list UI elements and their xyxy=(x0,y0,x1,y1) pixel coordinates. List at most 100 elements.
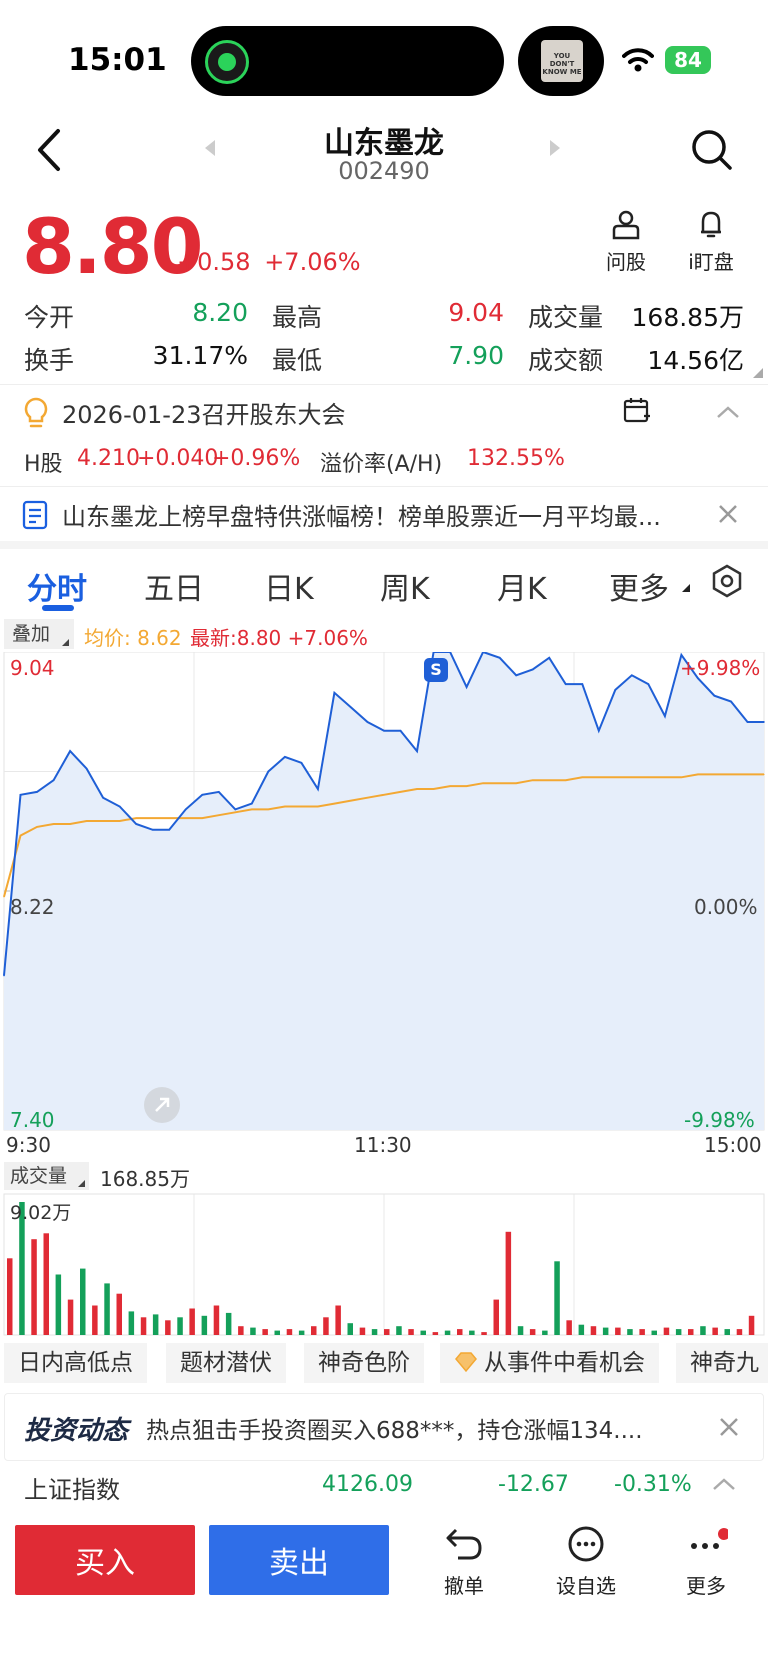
volume-bar xyxy=(542,1330,548,1335)
calendar-add-icon[interactable] xyxy=(622,396,652,426)
avg-price-point xyxy=(135,817,137,819)
change-amount: +0.58 xyxy=(177,248,251,276)
search-icon[interactable] xyxy=(690,128,734,172)
collapse-chevron-icon[interactable] xyxy=(716,405,740,419)
volume-indicator-button[interactable]: 成交量 xyxy=(4,1162,90,1190)
turnover-label: 换手 xyxy=(24,346,75,375)
shareholder-meeting-notice[interactable]: 2026-01-23召开股东大会 xyxy=(62,395,345,430)
volume-bar xyxy=(213,1305,220,1335)
chip-theme[interactable]: 题材潜伏 xyxy=(166,1343,286,1383)
price-point xyxy=(333,692,336,694)
close-dynamic-icon[interactable] xyxy=(718,1416,740,1438)
volume-bar xyxy=(566,1320,572,1335)
volume-label: 成交量 xyxy=(528,303,604,332)
chip-nine[interactable]: 神奇九 xyxy=(676,1343,768,1383)
news-headline[interactable]: 山东墨龙上榜早盘特供涨幅榜！榜单股票近一月平均最... xyxy=(62,497,692,532)
album-art-icon[interactable]: YOU DON'T KNOW ME xyxy=(541,40,583,82)
volume-bar xyxy=(359,1327,366,1335)
volume-bar xyxy=(432,1332,439,1335)
price-point xyxy=(597,729,600,732)
price-point xyxy=(730,700,732,703)
close-icon[interactable] xyxy=(717,503,739,525)
pct-axis-top: +9.98% xyxy=(680,656,761,680)
price-point xyxy=(3,974,5,977)
high-value: 9.04 xyxy=(448,298,504,327)
volume-bar xyxy=(116,1293,122,1335)
avg-price-point xyxy=(763,773,765,776)
undo-icon xyxy=(446,1528,482,1560)
premium-value: 132.55% xyxy=(467,446,565,471)
y-axis-bottom: 7.40 xyxy=(10,1108,55,1132)
ask-stock-button[interactable]: 问股 xyxy=(596,208,656,275)
price-point xyxy=(515,674,517,677)
divider xyxy=(0,486,768,487)
tab-daily-k[interactable]: 日K xyxy=(264,564,314,608)
intraday-chart[interactable] xyxy=(0,652,768,1132)
volume-bar xyxy=(140,1317,147,1335)
avg-price-point xyxy=(52,823,55,825)
avg-price-point xyxy=(581,776,583,778)
buy-button[interactable]: 买入 xyxy=(15,1525,195,1595)
watch-button[interactable]: i盯盘 xyxy=(676,208,746,275)
volume-max-label: 9.02万 xyxy=(10,1202,72,1224)
music-app-icon[interactable] xyxy=(205,40,249,84)
hshare-pct: +0.96% xyxy=(212,446,301,471)
avg-price-point xyxy=(3,896,5,898)
tab-weekly-k[interactable]: 周K xyxy=(380,564,430,608)
expand-corner-icon[interactable] xyxy=(753,368,763,378)
avg-price-point xyxy=(532,779,534,781)
volume-bar xyxy=(688,1329,694,1335)
price-point xyxy=(647,683,650,685)
volume-bar xyxy=(444,1330,451,1335)
amount-label: 成交额 xyxy=(528,346,604,375)
chip-intraday-high-low[interactable]: 日内高低点 xyxy=(4,1343,147,1383)
add-watchlist-button[interactable]: 设自选 xyxy=(546,1526,626,1599)
tab-five-day[interactable]: 五日 xyxy=(144,564,204,608)
index-collapse-icon[interactable] xyxy=(712,1477,736,1491)
price-point xyxy=(300,761,303,764)
avg-price-point xyxy=(416,788,418,790)
volume-bar xyxy=(469,1330,475,1335)
price-point xyxy=(251,802,253,805)
price-point xyxy=(69,750,71,752)
volume-chart xyxy=(3,1193,765,1336)
volume-value: 168.85万 xyxy=(631,303,744,332)
tab-timeshare[interactable]: 分时 xyxy=(27,564,87,608)
avg-price-point xyxy=(69,823,71,825)
more-actions-button[interactable]: 更多 xyxy=(666,1526,746,1599)
turnover-value: 31.17% xyxy=(152,341,248,370)
y-axis-mid: 8.22 xyxy=(10,895,55,919)
avg-price-point xyxy=(119,820,121,822)
tab-monthly-k[interactable]: 月K xyxy=(497,564,547,608)
avg-price-point xyxy=(333,802,336,805)
avg-price-point xyxy=(36,826,38,828)
overlay-dropdown-icon xyxy=(62,639,69,646)
fullscreen-icon[interactable] xyxy=(144,1087,180,1123)
add-watchlist-label: 设自选 xyxy=(556,1574,616,1598)
price-point xyxy=(531,668,534,671)
signal-marker[interactable]: S xyxy=(424,658,448,682)
overlay-label: 叠加 xyxy=(12,623,51,645)
price-point xyxy=(581,683,584,685)
volume-bar xyxy=(177,1317,183,1335)
cancel-order-button[interactable]: 撤单 xyxy=(424,1526,504,1599)
volume-bar xyxy=(311,1326,317,1335)
avg-price-point xyxy=(664,776,666,778)
next-stock-icon[interactable] xyxy=(550,140,560,156)
index-change: -12.67 xyxy=(498,1472,569,1497)
index-name[interactable]: 上证指数 xyxy=(24,1470,120,1505)
stock-code: 002490 xyxy=(338,157,430,185)
lightbulb-icon xyxy=(24,397,48,428)
avg-price-point xyxy=(482,782,484,784)
avg-price-point xyxy=(746,773,749,776)
hshare-label: H股 xyxy=(24,452,63,477)
price-point xyxy=(184,808,187,811)
volume-bar xyxy=(700,1326,706,1335)
tab-more[interactable]: 更多 xyxy=(609,564,669,608)
chip-color-scale[interactable]: 神奇色阶 xyxy=(304,1343,424,1383)
avg-price-point xyxy=(680,776,682,778)
price-point xyxy=(498,657,501,659)
settings-icon[interactable] xyxy=(710,564,744,598)
volume-bar xyxy=(493,1299,499,1335)
sell-button[interactable]: 卖出 xyxy=(209,1525,389,1595)
